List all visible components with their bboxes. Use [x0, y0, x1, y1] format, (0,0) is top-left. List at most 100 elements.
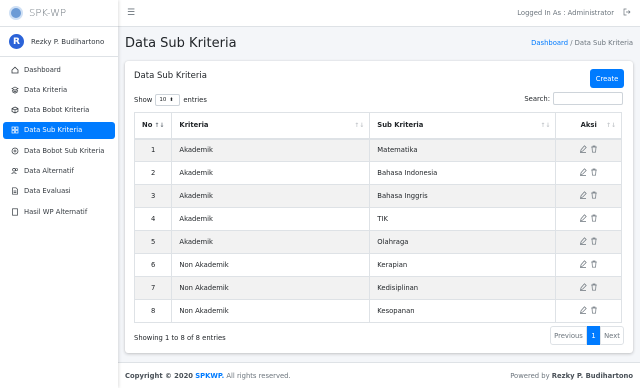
sidebar-item-label: Data Evaluasi	[24, 187, 71, 196]
cell-kriteria: Non Akademik	[171, 253, 371, 277]
table-header-row: No ↑↓ Kriteria ↑↓ Sub Kriteria ↑↓ Aksi ↑↓	[133, 112, 622, 140]
logout-icon[interactable]	[623, 8, 631, 18]
breadcrumb-separator: /	[570, 39, 573, 47]
search-label: Search:	[524, 94, 550, 103]
edit-icon[interactable]	[579, 191, 587, 201]
page-title: Data Sub Kriteria	[125, 35, 237, 51]
entries-label: entries	[183, 96, 207, 104]
delete-icon[interactable]	[590, 237, 598, 247]
create-button[interactable]: Create	[590, 69, 624, 88]
edit-icon[interactable]	[579, 237, 587, 247]
cell-no: 2	[133, 161, 173, 185]
cell-sub-kriteria: TIK	[369, 207, 557, 231]
sidebar-item-dashboard[interactable]: Dashboard	[3, 61, 115, 78]
sort-icon: ↑↓	[354, 122, 365, 129]
delete-icon[interactable]	[590, 214, 598, 224]
document-icon	[10, 207, 19, 216]
sidebar-item-label: Data Kriteria	[24, 85, 68, 94]
page-1-button[interactable]: 1	[587, 326, 600, 345]
footer-copy-text: Copyright © 2020	[125, 371, 194, 380]
layers-icon	[10, 85, 19, 94]
brand-link[interactable]: SPK-WP	[0, 0, 118, 27]
user-name: Rezky P. Budihartono	[31, 37, 105, 46]
cell-kriteria: Akademik	[171, 184, 371, 208]
pagination: Previous 1 Next	[550, 326, 624, 345]
grid-icon	[10, 126, 19, 135]
cell-sub-kriteria: Bahasa Indonesia	[369, 161, 557, 185]
cell-aksi	[555, 276, 622, 300]
delete-icon[interactable]	[590, 145, 598, 155]
table-row: 7 Non Akademik Kedisiplinan	[133, 276, 622, 300]
edit-icon[interactable]	[579, 306, 587, 316]
show-label: Show	[134, 96, 153, 104]
edit-icon[interactable]	[579, 168, 587, 178]
breadcrumb-dashboard-link[interactable]: Dashboard	[531, 39, 568, 47]
brand-text: SPK-WP	[29, 7, 67, 19]
column-header-sub-kriteria[interactable]: Sub Kriteria ↑↓	[369, 112, 557, 140]
column-header-label: Sub Kriteria	[377, 121, 424, 130]
avatar: R	[9, 34, 24, 49]
breadcrumb-current: Data Sub Kriteria	[574, 39, 633, 47]
row-actions	[579, 214, 598, 224]
entries-select[interactable]: 10 ⬍	[155, 94, 181, 106]
cell-kriteria: Non Akademik	[171, 276, 371, 300]
column-header-kriteria[interactable]: Kriteria ↑↓	[171, 112, 371, 140]
delete-icon[interactable]	[590, 260, 598, 270]
footer-powered-label: Powered by	[510, 371, 550, 380]
sidebar-item-hasil-wp-alternatif[interactable]: Hasil WP Alternatif	[3, 203, 115, 220]
hamburger-menu-icon[interactable]: ☰	[127, 8, 135, 18]
logged-in-label: Logged In As : Administrator	[517, 9, 614, 17]
sidebar-item-data-evaluasi[interactable]: Data Evaluasi	[3, 183, 115, 200]
cell-sub-kriteria: Kedisiplinan	[369, 276, 557, 300]
sidebar-item-label: Data Sub Kriteria	[24, 126, 83, 135]
column-header-aksi[interactable]: Aksi ↑↓	[555, 112, 622, 140]
table-row: 1 Akademik Matematika	[133, 138, 622, 162]
cell-no: 6	[133, 253, 173, 277]
card-title: Data Sub Kriteria	[134, 71, 207, 81]
sidebar-item-data-bobot-sub-kriteria[interactable]: Data Bobot Sub Kriteria	[3, 142, 115, 159]
sort-icon: ↑↓	[540, 122, 551, 129]
table-info: Showing 1 to 8 of 8 entries	[134, 334, 226, 342]
previous-page-button[interactable]: Previous	[550, 326, 587, 345]
delete-icon[interactable]	[590, 168, 598, 178]
edit-icon[interactable]	[579, 260, 587, 270]
row-actions	[579, 168, 598, 178]
delete-icon[interactable]	[590, 306, 598, 316]
cell-aksi	[555, 184, 622, 208]
sidebar-item-label: Dashboard	[24, 65, 61, 74]
column-header-no[interactable]: No ↑↓	[133, 112, 173, 140]
cell-aksi	[555, 230, 622, 254]
footer-brand-link[interactable]: SPKWP.	[195, 372, 224, 380]
cell-kriteria: Akademik	[171, 161, 371, 185]
edit-icon[interactable]	[579, 145, 587, 155]
sidebar-item-data-alternatif[interactable]: Data Alternatif	[3, 162, 115, 179]
column-header-label: Aksi	[580, 121, 597, 130]
user-panel[interactable]: R Rezky P. Budihartono	[0, 27, 118, 57]
content-header: Data Sub Kriteria Dashboard / Data Sub K…	[118, 27, 640, 59]
cell-no: 3	[133, 184, 173, 208]
delete-icon[interactable]	[590, 283, 598, 293]
sidebar-item-data-sub-kriteria[interactable]: Data Sub Kriteria	[3, 121, 115, 139]
sidebar-item-label: Hasil WP Alternatif	[24, 207, 88, 216]
chevron-down-icon: ⬍	[169, 97, 174, 103]
cube-icon	[10, 106, 19, 115]
search-input[interactable]	[553, 92, 623, 105]
edit-icon[interactable]	[579, 214, 587, 224]
circle-plus-icon	[10, 146, 19, 155]
cell-kriteria: Non Akademik	[171, 299, 371, 323]
home-icon	[10, 65, 19, 74]
sidebar-nav: Dashboard Data Kriteria Data Bobot Krite…	[0, 57, 118, 227]
data-card: Data Sub Kriteria Create Show 10 ⬍ entrie…	[125, 61, 633, 353]
sidebar-item-data-kriteria[interactable]: Data Kriteria	[3, 81, 115, 98]
edit-icon[interactable]	[579, 283, 587, 293]
column-header-label: Kriteria	[179, 121, 209, 130]
next-page-button[interactable]: Next	[600, 326, 624, 345]
entries-length-control: Show 10 ⬍ entries	[134, 94, 207, 106]
cell-aksi	[555, 207, 622, 231]
row-actions	[579, 191, 598, 201]
delete-icon[interactable]	[590, 191, 598, 201]
table-row: 6 Non Akademik Kerapian	[133, 253, 622, 277]
cell-kriteria: Akademik	[171, 138, 371, 162]
cell-sub-kriteria: Kerapian	[369, 253, 557, 277]
sidebar-item-data-bobot-kriteria[interactable]: Data Bobot Kriteria	[3, 102, 115, 119]
